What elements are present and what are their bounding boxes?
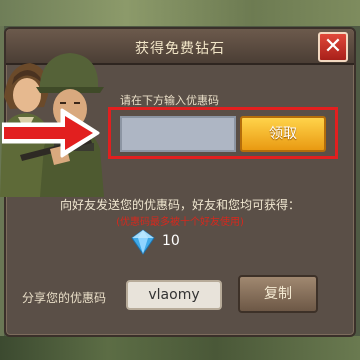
invite-limit-note: (优惠码最多被十个好友使用) xyxy=(116,217,244,228)
claim-button[interactable]: 领取 xyxy=(240,116,326,152)
game-background-top xyxy=(0,0,360,26)
share-code-label: 分享您的优惠码 xyxy=(22,291,107,305)
reward-amount: 10 xyxy=(162,233,180,249)
arrow-right-icon xyxy=(2,108,100,158)
invite-description: 向好友发送您的优惠码，好友和您均可获得： xyxy=(59,198,300,212)
redeem-prompt: 请在下方输入优惠码 xyxy=(120,94,219,107)
close-button[interactable]: ✕ xyxy=(318,32,348,62)
share-code-value: vlaomy xyxy=(126,280,222,310)
promo-code-input[interactable] xyxy=(120,116,236,152)
diamond-icon xyxy=(131,229,155,255)
copy-button[interactable]: 复制 xyxy=(238,275,318,313)
game-background-bottom xyxy=(0,336,360,360)
